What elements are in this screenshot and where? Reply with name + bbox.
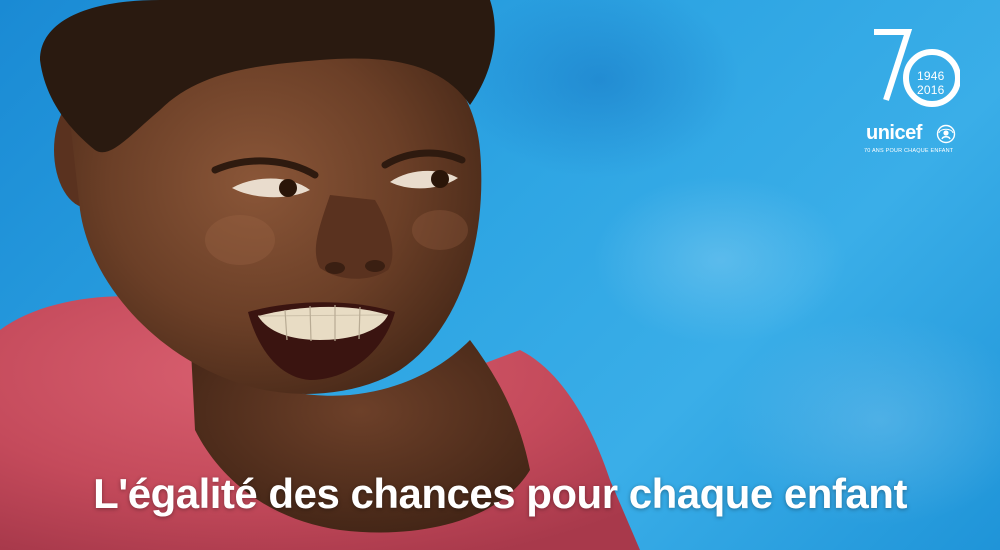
ad-banner: 1946 2016 unicef 70 ANS POUR CHAQUE ENFA… xyxy=(0,0,1000,550)
logo-tagline: 70 ANS POUR CHAQUE ENFANT xyxy=(864,148,954,154)
headline: L'égalité des chances pour chaque enfant xyxy=(93,470,907,517)
unicef-emblem-icon xyxy=(936,124,956,144)
unicef-70-logo: 1946 2016 unicef 70 ANS POUR CHAQUE ENFA… xyxy=(864,28,960,163)
unicef-wordmark: unicef xyxy=(866,122,922,144)
anniversary-end-year: 2016 xyxy=(917,83,945,97)
anniversary-70-mark xyxy=(874,29,960,107)
anniversary-start-year: 1946 xyxy=(917,69,945,83)
